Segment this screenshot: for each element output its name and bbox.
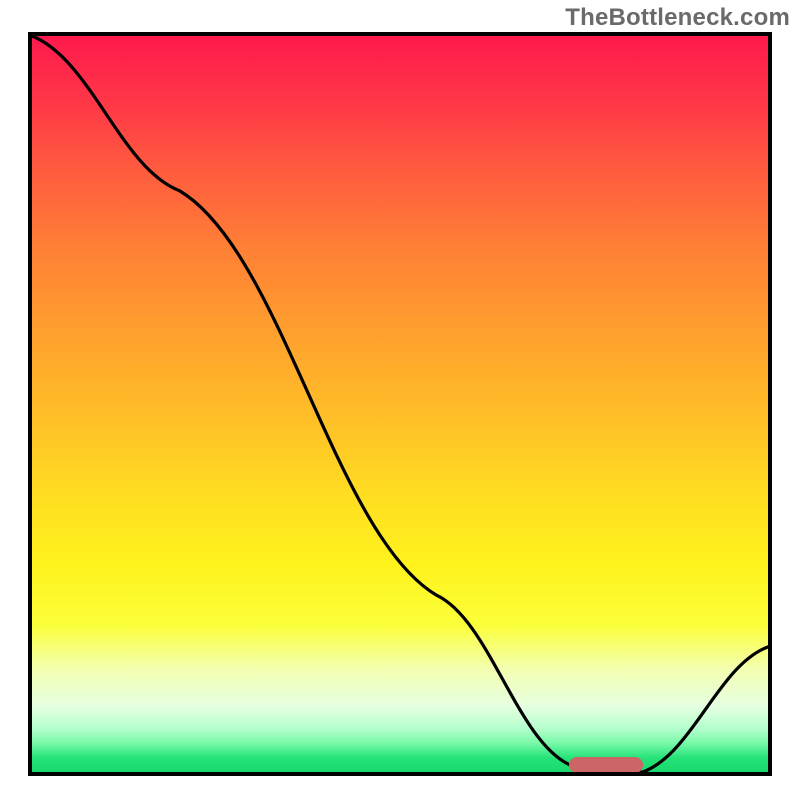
bottleneck-curve xyxy=(32,36,768,772)
watermark-text: TheBottleneck.com xyxy=(565,4,790,32)
plot-area xyxy=(28,32,772,776)
chart-frame: TheBottleneck.com xyxy=(0,0,800,800)
optimal-range-marker xyxy=(569,757,643,773)
